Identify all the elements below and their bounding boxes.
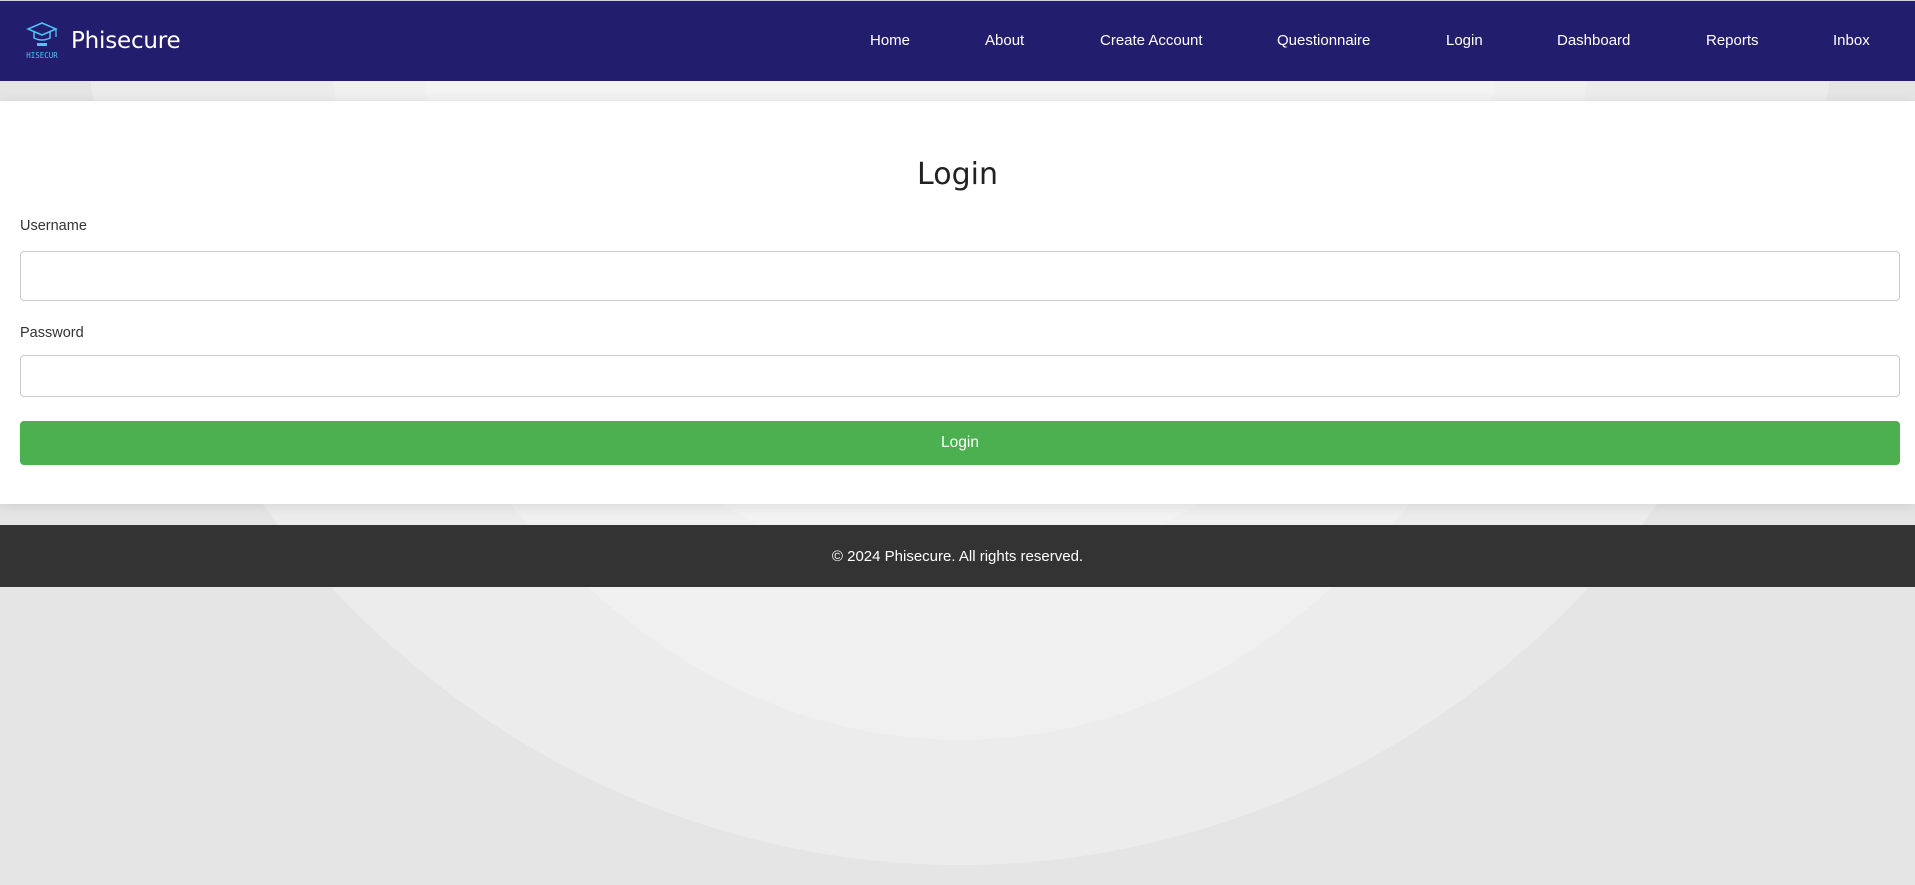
svg-text:PHISECURE: PHISECURE <box>26 51 58 60</box>
nav-reports[interactable]: Reports <box>1706 32 1759 49</box>
nav-create-account[interactable]: Create Account <box>1100 32 1203 49</box>
brand[interactable]: PHISECURE Phisecure <box>26 21 181 61</box>
username-label: Username <box>20 218 87 234</box>
password-input[interactable] <box>20 355 1900 397</box>
login-card: Login Username Password Login <box>0 101 1915 504</box>
nav-questionnaire[interactable]: Questionnaire <box>1277 32 1370 49</box>
graduation-cap-icon: PHISECURE <box>26 22 58 60</box>
username-input[interactable] <box>20 251 1900 301</box>
nav-about[interactable]: About <box>985 32 1024 49</box>
page-title: Login <box>917 157 998 192</box>
navbar: PHISECURE Phisecure Home About Create Ac… <box>0 0 1915 81</box>
nav-dashboard[interactable]: Dashboard <box>1557 32 1630 49</box>
footer-copyright: © 2024 Phisecure. All rights reserved. <box>831 547 1084 565</box>
footer: © 2024 Phisecure. All rights reserved. <box>0 525 1915 587</box>
brand-name: Phisecure <box>71 28 181 54</box>
nav-inbox[interactable]: Inbox <box>1833 32 1870 49</box>
nav-login[interactable]: Login <box>1446 32 1483 49</box>
password-label: Password <box>20 325 84 341</box>
nav-home[interactable]: Home <box>870 32 910 49</box>
login-button[interactable]: Login <box>20 421 1900 465</box>
